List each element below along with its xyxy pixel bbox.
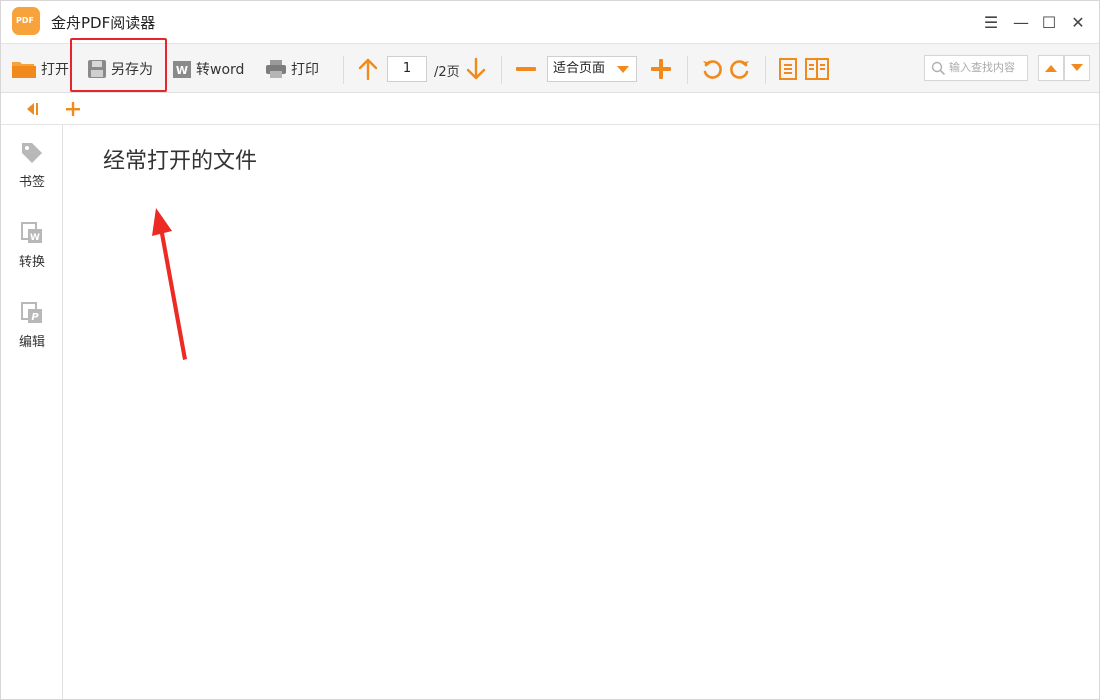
open-label: 打开 <box>41 62 69 78</box>
arrow-down-icon <box>466 57 486 80</box>
save-as-label: 另存为 <box>111 62 153 78</box>
single-page-view-button[interactable] <box>778 54 802 84</box>
triangle-down-icon <box>1071 64 1083 71</box>
search-input[interactable]: 输入查找内容 <box>924 55 1028 81</box>
rotate-left-icon <box>703 60 722 79</box>
caret-down-icon <box>617 66 629 73</box>
find-previous-button[interactable] <box>1038 55 1064 81</box>
new-tab-icon[interactable] <box>66 102 80 116</box>
print-button[interactable]: 打印 <box>265 54 319 84</box>
previous-page-button[interactable] <box>357 54 383 84</box>
svg-text:W: W <box>176 64 188 77</box>
title-bar: PDF 金舟PDF阅读器 ☰ — ☐ ✕ <box>1 1 1099 43</box>
zoom-select[interactable]: 适合页面 <box>547 56 637 82</box>
zoom-out-button[interactable] <box>515 54 541 84</box>
toolbar: 打开 另存为 W 转word 打印 1 /2页 适合页面 输入查找内容 <box>1 43 1099 93</box>
app-logo-icon: PDF <box>12 7 40 35</box>
save-as-button[interactable]: 另存为 <box>87 54 153 84</box>
app-title: 金舟PDF阅读器 <box>51 14 156 32</box>
triangle-up-icon <box>1045 65 1057 72</box>
edit-pdf-icon: P <box>21 302 42 323</box>
word-icon: W <box>173 61 191 78</box>
toolbar-divider <box>687 56 688 84</box>
sidebar-item-label: 书签 <box>18 175 45 190</box>
print-label: 打印 <box>291 62 319 78</box>
rotate-right-icon <box>730 60 749 79</box>
double-page-icon <box>805 58 829 80</box>
recent-files-title: 经常打开的文件 <box>103 149 258 174</box>
menu-icon[interactable]: ☰ <box>978 9 1004 35</box>
convert-word-label: 转word <box>196 62 245 78</box>
single-page-icon <box>779 58 797 80</box>
app-logo-text: PDF <box>16 16 34 25</box>
main-content: 经常打开的文件 <box>63 125 1099 699</box>
convert-word-icon: W <box>21 222 42 243</box>
folder-icon <box>12 62 36 78</box>
rotate-left-button[interactable] <box>701 54 727 84</box>
search-placeholder: 输入查找内容 <box>949 61 1015 74</box>
rotate-right-button[interactable] <box>729 54 755 84</box>
svg-text:W: W <box>30 233 40 243</box>
sidebar: 书签 W 转换 P 编辑 <box>1 125 63 699</box>
sidebar-item-edit[interactable]: P 编辑 <box>1 301 63 367</box>
page-number-input[interactable]: 1 <box>387 56 427 82</box>
next-page-button[interactable] <box>465 54 491 84</box>
zoom-in-button[interactable] <box>650 54 676 84</box>
sidebar-item-label: 转换 <box>18 255 45 270</box>
open-button[interactable]: 打开 <box>11 54 69 84</box>
plus-icon <box>651 59 671 79</box>
sidebar-item-label: 编辑 <box>18 335 45 350</box>
search-icon <box>931 61 945 75</box>
find-next-button[interactable] <box>1064 55 1090 81</box>
convert-word-button[interactable]: W 转word <box>172 54 244 84</box>
arrow-up-icon <box>358 58 378 81</box>
printer-icon <box>266 60 286 78</box>
tag-icon <box>22 143 42 163</box>
toolbar-divider <box>343 56 344 84</box>
app-window: PDF 金舟PDF阅读器 ☰ — ☐ ✕ 打开 另存为 W 转word 打印 1… <box>0 0 1100 700</box>
close-button[interactable]: ✕ <box>1065 9 1091 35</box>
floppy-disk-icon <box>88 60 106 78</box>
collapse-sidebar-icon[interactable] <box>25 102 39 116</box>
svg-text:P: P <box>31 312 39 323</box>
page-total: /2页 <box>434 65 460 80</box>
sidebar-item-bookmark[interactable]: 书签 <box>1 141 63 207</box>
minus-icon <box>516 67 536 71</box>
minimize-button[interactable]: — <box>1008 9 1034 35</box>
zoom-value: 适合页面 <box>553 61 606 76</box>
double-page-view-button[interactable] <box>805 54 833 84</box>
toolbar-divider <box>765 56 766 84</box>
tab-strip <box>1 93 1099 125</box>
sidebar-item-convert[interactable]: W 转换 <box>1 221 63 287</box>
toolbar-divider <box>501 56 502 84</box>
maximize-button[interactable]: ☐ <box>1036 9 1062 35</box>
